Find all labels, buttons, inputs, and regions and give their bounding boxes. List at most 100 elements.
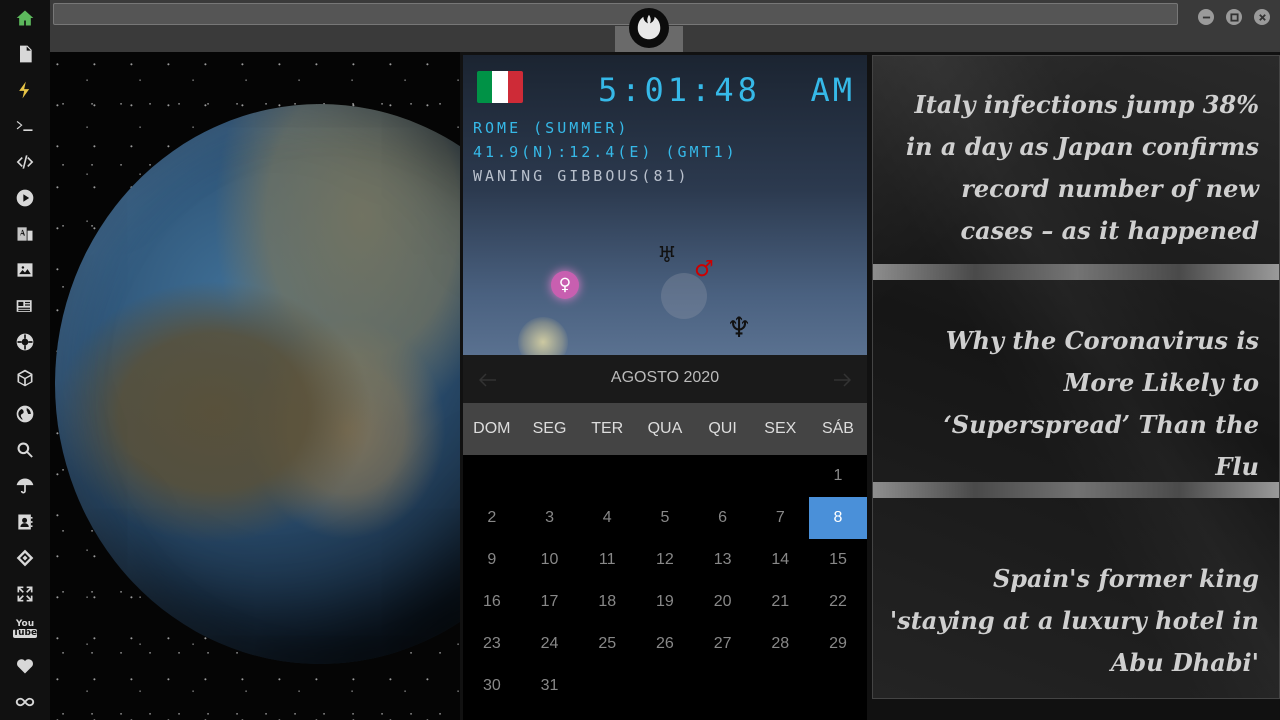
city-label: ROME (SUMMER) [473, 119, 630, 137]
calendar-day[interactable]: 20 [694, 581, 752, 623]
moon-phase-label: WANING GIBBOUS(81) [473, 167, 690, 185]
calendar-day-blank [521, 455, 579, 497]
news-headline-2[interactable]: Why the Coronavirus is More Likely to ‘S… [899, 320, 1259, 488]
calendar-day-blank [578, 455, 636, 497]
settings-cog-icon[interactable] [13, 330, 37, 354]
home-icon[interactable] [13, 6, 37, 30]
cube-icon[interactable] [13, 366, 37, 390]
calendar-day[interactable]: 5 [636, 497, 694, 539]
news-panel: Italy infections jump 38% in a day as Ja… [872, 55, 1280, 699]
calendar-day[interactable]: 4 [578, 497, 636, 539]
heart-icon[interactable] [13, 654, 37, 678]
address-bar[interactable] [53, 3, 1178, 25]
umbrella-icon[interactable] [13, 474, 37, 498]
calendar-day[interactable]: 31 [521, 665, 579, 707]
italy-flag-icon [477, 71, 523, 103]
infinity-icon[interactable] [13, 690, 37, 714]
flag-stripe-red [507, 71, 523, 103]
weekday-sat: SÁB [821, 420, 854, 437]
calendar-day[interactable]: 23 [463, 623, 521, 665]
calendar-day[interactable]: 19 [636, 581, 694, 623]
calendar-day[interactable]: 17 [521, 581, 579, 623]
uranus-icon: ♅ [657, 242, 677, 268]
calendar-month-title: AGOSTO 2020 [610, 369, 720, 386]
calendar-day[interactable]: 15 [809, 539, 867, 581]
next-month-button[interactable] [827, 365, 857, 395]
calendar-day-blank [751, 455, 809, 497]
calendar-day[interactable]: 30 [463, 665, 521, 707]
rebel-alliance-logo-icon[interactable] [629, 8, 669, 48]
contacts-icon[interactable] [13, 510, 37, 534]
calendar-day[interactable]: 16 [463, 581, 521, 623]
calendar-header: AGOSTO 2020 [463, 355, 867, 403]
expand-icon[interactable] [13, 582, 37, 606]
calendar-day-selected[interactable]: 8 [809, 497, 867, 539]
weekday-mon: SEG [532, 420, 567, 437]
link-icon[interactable] [13, 546, 37, 570]
weekday-sun: DOM [473, 420, 511, 437]
news-headline-3[interactable]: Spain's former king 'staying at a luxury… [889, 558, 1259, 684]
news-divider [873, 482, 1279, 498]
calendar: AGOSTO 2020 DOM SEG TER QUA QUI SEX SÁB … [463, 355, 867, 720]
earth-view[interactable] [50, 52, 460, 720]
calendar-day-blank [636, 455, 694, 497]
calendar-day-blank [463, 455, 521, 497]
world-clock-panel: 5:01:48 AM ROME (SUMMER) 41.9(N):12.4(E)… [463, 55, 867, 355]
calendar-day[interactable]: 1 [809, 455, 867, 497]
weekday-thu: QUI [708, 420, 737, 437]
newspaper-icon[interactable] [13, 294, 37, 318]
mars-icon: ♂ [694, 256, 714, 282]
calendar-day[interactable]: 7 [751, 497, 809, 539]
calendar-day[interactable]: 13 [694, 539, 752, 581]
news-headline-1[interactable]: Italy infections jump 38% in a day as Ja… [899, 84, 1259, 252]
calendar-day[interactable]: 12 [636, 539, 694, 581]
calendar-day[interactable]: 18 [578, 581, 636, 623]
coordinates-label: 41.9(N):12.4(E) (GMT1) [473, 143, 738, 161]
news-divider [873, 264, 1279, 280]
calendar-day[interactable]: 10 [521, 539, 579, 581]
terminal-icon[interactable] [13, 114, 37, 138]
image-icon[interactable] [13, 258, 37, 282]
code-icon[interactable] [13, 150, 37, 174]
weekday-wed: QUA [647, 420, 683, 437]
calendar-weekday-row: DOM SEG TER QUA QUI SEX SÁB [463, 403, 867, 455]
calendar-day[interactable]: 24 [521, 623, 579, 665]
calendar-day[interactable]: 6 [694, 497, 752, 539]
calendar-day[interactable]: 27 [694, 623, 752, 665]
globe-icon[interactable] [13, 402, 37, 426]
calendar-day[interactable]: 25 [578, 623, 636, 665]
neptune-icon: ♆ [726, 310, 752, 344]
clock-ampm: AM [810, 71, 855, 109]
calendar-day[interactable]: 3 [521, 497, 579, 539]
document-icon[interactable] [13, 42, 37, 66]
calendar-day[interactable]: 28 [751, 623, 809, 665]
calendar-day-grid: 1 2 3 4 5 6 7 8 9 10 11 12 13 14 15 16 17 18 19 20 21 22 23 24 2… [463, 455, 867, 707]
calendar-day[interactable]: 22 [809, 581, 867, 623]
weekday-tue: TER [591, 420, 624, 437]
calendar-day[interactable]: 29 [809, 623, 867, 665]
clock-time: 5:01:48 [598, 71, 761, 109]
maximize-button[interactable] [1226, 9, 1242, 25]
youtube-icon[interactable]: You Tube [13, 618, 37, 642]
minimize-button[interactable] [1198, 9, 1214, 25]
weekday-fri: SEX [764, 420, 797, 437]
calendar-day-blank [694, 455, 752, 497]
calendar-day[interactable]: 11 [578, 539, 636, 581]
flag-stripe-white [492, 71, 508, 103]
top-bar [50, 0, 1280, 52]
close-button[interactable] [1254, 9, 1270, 25]
sidebar: You Tube [0, 0, 50, 720]
translate-icon[interactable] [13, 222, 37, 246]
calendar-day[interactable]: 2 [463, 497, 521, 539]
sun-glow [518, 317, 568, 355]
play-icon[interactable] [13, 186, 37, 210]
venus-icon: ♀ [551, 271, 579, 299]
calendar-day[interactable]: 21 [751, 581, 809, 623]
earth-globe-image[interactable] [55, 104, 460, 664]
search-icon[interactable] [13, 438, 37, 462]
lightning-icon[interactable] [13, 78, 37, 102]
calendar-day[interactable]: 14 [751, 539, 809, 581]
flag-stripe-green [477, 71, 493, 103]
calendar-day[interactable]: 9 [463, 539, 521, 581]
calendar-day[interactable]: 26 [636, 623, 694, 665]
